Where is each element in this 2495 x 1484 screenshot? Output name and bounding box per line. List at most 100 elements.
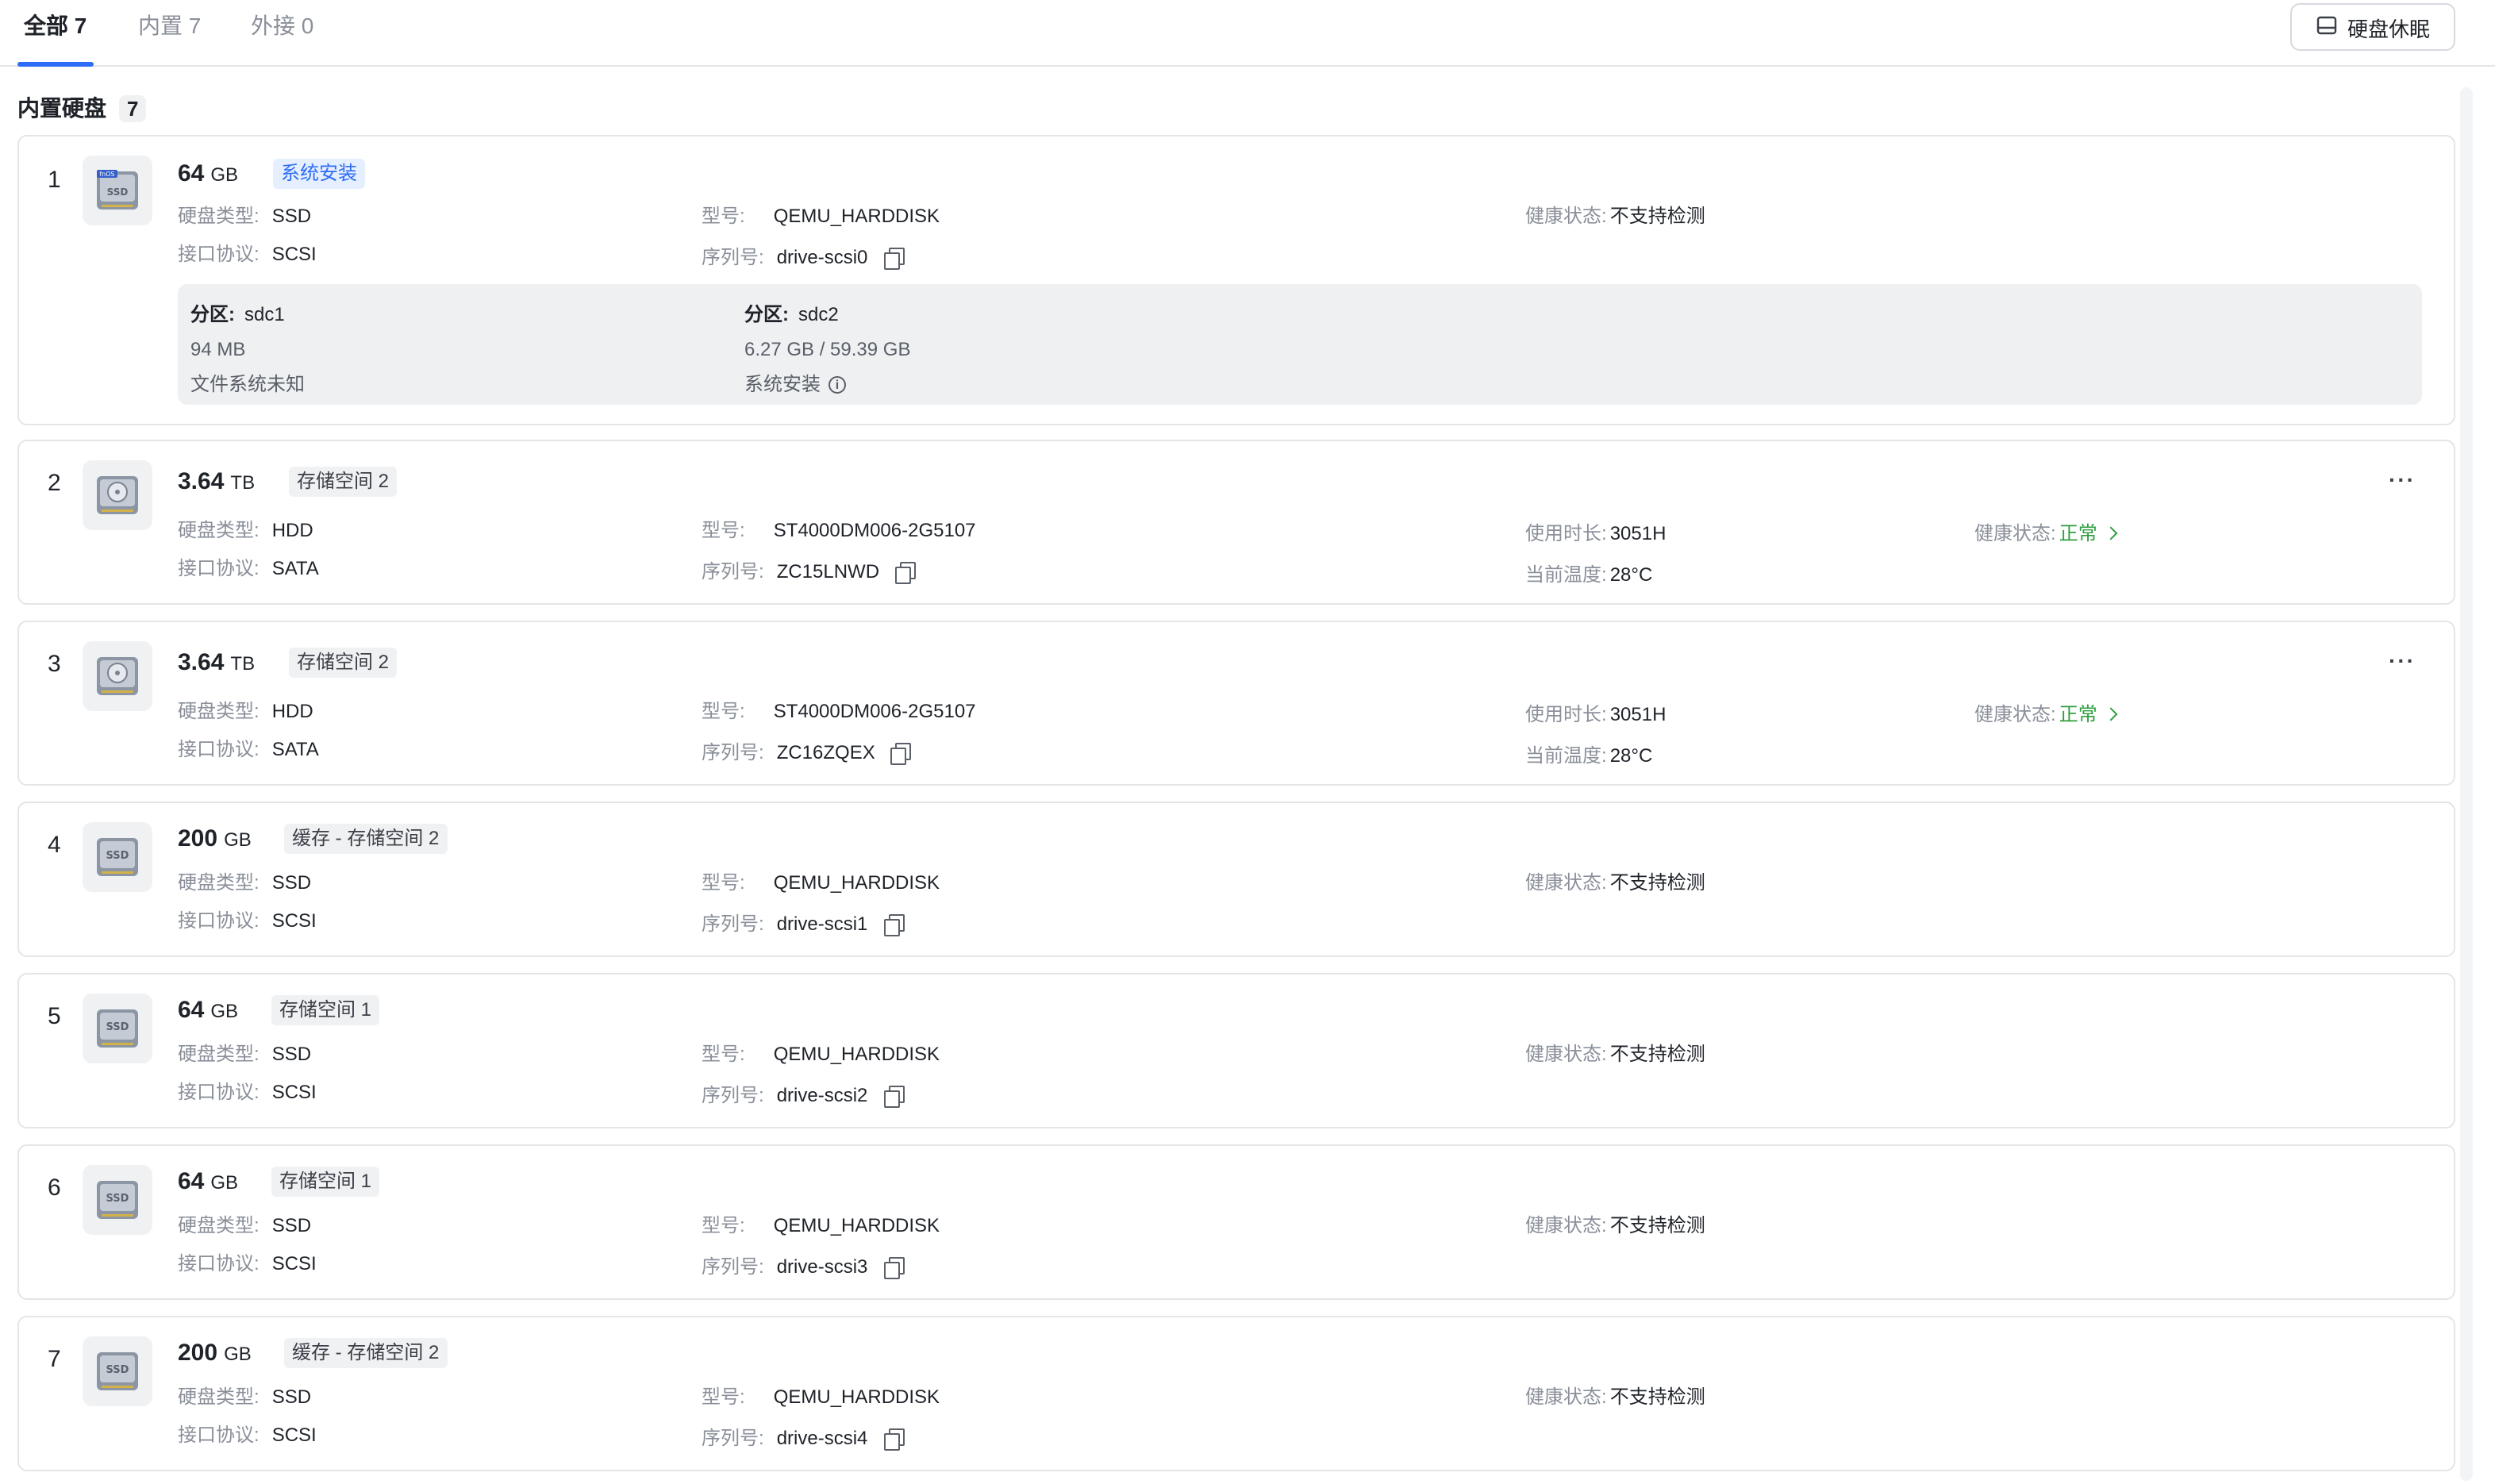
serial-field: 序列号: drive-scsi3 (702, 1254, 905, 1279)
disk-sleep-label: 硬盘休眠 (2347, 17, 2430, 40)
copy-icon[interactable] (883, 248, 905, 270)
model-field: 型号: QEMU_HARDDISK (702, 205, 940, 227)
svg-text:SSD: SSD (106, 1364, 129, 1376)
interface-field: 接口协议: SCSI (178, 1081, 317, 1103)
serial-field: 序列号: drive-scsi1 (702, 911, 905, 936)
fnos-ssd-icon: fnOS SSD (83, 156, 152, 225)
disk-card[interactable]: 2 3.64 TB 存储空间 2 ··· 硬盘类型: HDD 接口协议: SATA 型… (17, 440, 2455, 605)
usage-badge: 存储空间 2 (289, 648, 398, 678)
temperature-field: 当前温度: 28°C (1525, 744, 1653, 767)
ssd-icon: SSD (83, 1165, 152, 1235)
disk-capacity: 200 GB (178, 1340, 252, 1367)
serial-field: 序列号: drive-scsi0 (702, 244, 905, 270)
interface-field: 接口协议: SCSI (178, 243, 317, 265)
more-options-button[interactable]: ··· (2389, 467, 2416, 492)
disk-capacity: 3.64 TB (178, 649, 256, 676)
model-field: 型号: QEMU_HARDDISK (702, 871, 940, 894)
copy-icon[interactable] (883, 1257, 905, 1279)
ssd-icon: SSD (83, 994, 152, 1063)
svg-text:SSD: SSD (107, 186, 129, 198)
disk-manager: 全部 7 内置 7 外接 0 硬盘休眠 内置硬盘 7 1 fnOS SSD 6 4 … (0, 0, 2495, 1484)
section-count-badge: 7 (119, 94, 147, 121)
svg-text:SSD: SSD (106, 850, 129, 862)
copy-icon[interactable] (890, 743, 912, 765)
disk-type-field: 硬盘类型: HDD (178, 700, 313, 722)
tab-all[interactable]: 全部 7 (24, 11, 86, 40)
tab-bar: 全部 7 内置 7 外接 0 硬盘休眠 (0, 0, 2495, 67)
uptime-field: 使用时长: 3051H (1525, 703, 1667, 725)
copy-icon[interactable] (883, 914, 905, 936)
usage-badge: 系统安装 (273, 159, 366, 189)
interface-field: 接口协议: SATA (178, 738, 319, 760)
serial-field: 序列号: ZC15LNWD (702, 559, 917, 584)
health-status-link[interactable]: 健康状态: 正常 (1974, 702, 2119, 727)
disk-type-field: 硬盘类型: SSD (178, 1386, 312, 1408)
disk-card[interactable]: 3 3.64 TB 存储空间 2 ··· 硬盘类型: HDD 接口协议: SATA 型… (17, 621, 2455, 786)
partition-size: 94 MB (190, 338, 246, 360)
copy-icon[interactable] (883, 1428, 905, 1451)
interface-field: 接口协议: SCSI (178, 909, 317, 932)
disk-type-field: 硬盘类型: SSD (178, 1043, 312, 1065)
tab-internal[interactable]: 内置 7 (138, 11, 201, 40)
partition-item: 分区: sdc1 94 MB 文件系统未知 (190, 297, 305, 402)
disk-capacity: 64 GB (178, 997, 239, 1024)
interface-field: 接口协议: SCSI (178, 1424, 317, 1446)
disk-index: 5 (48, 1003, 61, 1030)
disk-capacity: 3.64 TB (178, 468, 256, 495)
health-status-link[interactable]: 健康状态: 正常 (1974, 521, 2119, 546)
model-field: 型号: ST4000DM006-2G5107 (702, 700, 976, 722)
uptime-field: 使用时长: 3051H (1525, 522, 1667, 544)
disk-capacity: 64 GB (178, 1168, 239, 1195)
serial-field: 序列号: drive-scsi4 (702, 1425, 905, 1451)
health-field: 健康状态: 不支持检测 (1525, 1043, 1705, 1065)
model-field: 型号: QEMU_HARDDISK (702, 1043, 940, 1065)
ssd-icon: SSD (83, 822, 152, 892)
tab-external[interactable]: 外接 0 (251, 11, 313, 40)
hdd-icon (83, 641, 152, 711)
disk-card[interactable]: 1 fnOS SSD 64 GB 系统安装 硬盘类型: SSD 接口协议: SCSI … (17, 135, 2455, 425)
disk-type-field: 硬盘类型: SSD (178, 205, 312, 227)
ssd-icon: SSD (83, 1336, 152, 1406)
health-field: 健康状态: 不支持检测 (1525, 871, 1705, 894)
partition-fs: 系统安装 (744, 373, 821, 395)
disk-index: 7 (48, 1346, 61, 1373)
disk-sleep-button[interactable]: 硬盘休眠 (2290, 3, 2455, 51)
partition-item: 分区: sdc2 6.27 GB / 59.39 GB 系统安装 i (744, 297, 910, 402)
model-field: 型号: QEMU_HARDDISK (702, 1386, 940, 1408)
copy-icon[interactable] (895, 562, 917, 584)
copy-icon[interactable] (883, 1086, 905, 1108)
svg-text:SSD: SSD (106, 1021, 129, 1033)
disk-index: 4 (48, 832, 61, 859)
disk-type-field: 硬盘类型: HDD (178, 519, 313, 541)
disk-card[interactable]: 7 SSD 200 GB 缓存 - 存储空间 2 硬盘类型: SSD 接口协议: SC… (17, 1316, 2455, 1471)
usage-badge: 缓存 - 存储空间 2 (284, 1338, 448, 1368)
serial-field: 序列号: ZC16ZQEX (702, 740, 912, 765)
interface-field: 接口协议: SATA (178, 557, 319, 579)
active-tab-indicator (17, 62, 94, 67)
partition-fs: 文件系统未知 (190, 373, 306, 395)
capacity-unit: GB (210, 163, 239, 186)
chevron-right-icon (2105, 707, 2119, 721)
scrollbar[interactable] (2460, 87, 2473, 1481)
health-field: 健康状态: 不支持检测 (1525, 1214, 1705, 1236)
disk-index: 1 (48, 167, 61, 194)
usage-badge: 存储空间 2 (289, 467, 398, 497)
partition-panel: 分区: sdc1 94 MB 文件系统未知 分区: sdc2 6.27 GB / 5… (178, 284, 2422, 405)
serial-field: 序列号: drive-scsi2 (702, 1082, 905, 1108)
model-field: 型号: ST4000DM006-2G5107 (702, 519, 976, 541)
model-field: 型号: QEMU_HARDDISK (702, 1214, 940, 1236)
disk-card[interactable]: 5 SSD 64 GB 存储空间 1 硬盘类型: SSD 接口协议: SCSI 型号:… (17, 973, 2455, 1128)
disk-index: 2 (48, 470, 61, 497)
partition-size: 6.27 GB / 59.39 GB (744, 338, 911, 360)
info-icon[interactable]: i (828, 375, 847, 393)
svg-text:SSD: SSD (106, 1193, 129, 1205)
svg-text:fnOS: fnOS (99, 171, 114, 178)
disk-type-field: 硬盘类型: SSD (178, 871, 312, 894)
usage-badge: 存储空间 1 (271, 1167, 380, 1197)
disk-index: 6 (48, 1175, 61, 1201)
section-title: 内置硬盘 (17, 95, 106, 121)
health-field: 健康状态: 不支持检测 (1525, 1386, 1705, 1408)
more-options-button[interactable]: ··· (2389, 648, 2416, 673)
disk-card[interactable]: 6 SSD 64 GB 存储空间 1 硬盘类型: SSD 接口协议: SCSI 型号:… (17, 1144, 2455, 1300)
disk-card[interactable]: 4 SSD 200 GB 缓存 - 存储空间 2 硬盘类型: SSD 接口协议: SC… (17, 802, 2455, 957)
